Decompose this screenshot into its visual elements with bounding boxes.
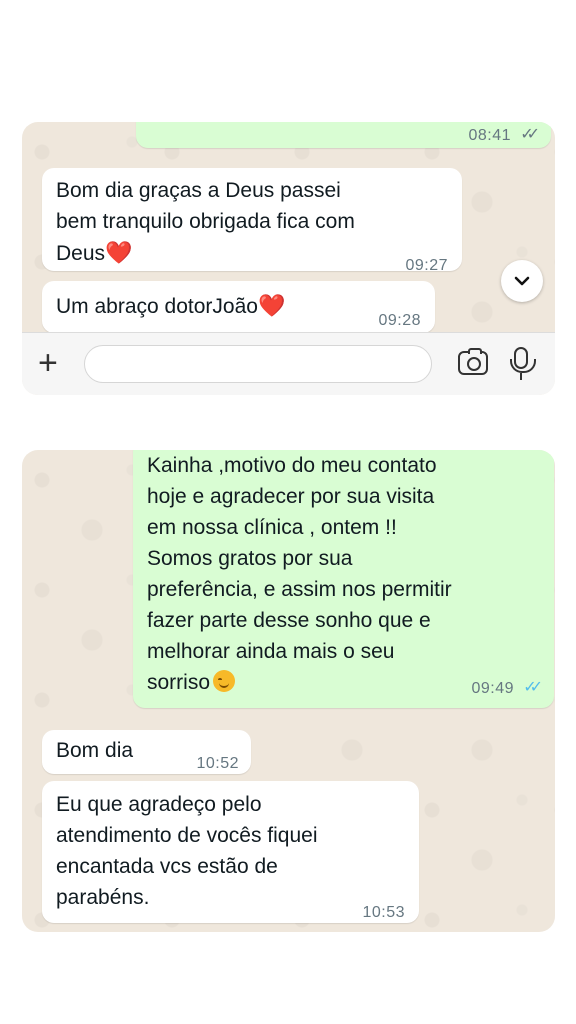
- chat-screenshot-top: 08:41 ✓✓ Bom dia graças a Deus passei be…: [22, 122, 555, 395]
- message-time: 10:52: [196, 755, 239, 772]
- heart-emoji-icon: ❤️: [257, 293, 286, 318]
- heart-emoji-icon: ❤️: [105, 240, 133, 265]
- chat-screenshot-bottom: Kainha ,motivo do meu contato hoje e agr…: [22, 450, 555, 932]
- scroll-to-bottom-button[interactable]: [501, 260, 543, 302]
- read-receipt-icon: ✓✓: [520, 126, 540, 143]
- incoming-message-bubble[interactable]: Um abraço dotorJoão❤️ 09:28: [42, 281, 435, 333]
- message-time: 09:27: [405, 257, 448, 274]
- outgoing-message-bubble[interactable]: Kainha ,motivo do meu contato hoje e agr…: [133, 450, 554, 708]
- message-time: 10:53: [362, 904, 405, 921]
- message-text: Bom dia graças a Deus passei bem tranqui…: [56, 179, 355, 265]
- incoming-message-bubble[interactable]: Eu que agradeço pelo atendimento de você…: [42, 781, 419, 923]
- message-text: Kainha ,motivo do meu contato hoje e agr…: [147, 454, 452, 694]
- chevron-down-icon: [514, 276, 530, 286]
- incoming-message-bubble[interactable]: Bom dia 10:52: [42, 730, 251, 774]
- smiling-face-emoji-icon: [213, 670, 236, 692]
- incoming-message-bubble[interactable]: Bom dia graças a Deus passei bem tranqui…: [42, 168, 462, 274]
- message-time: 09:49: [471, 680, 514, 697]
- read-receipt-icon: ✓✓: [523, 679, 543, 696]
- message-input[interactable]: [84, 345, 432, 383]
- message-time: 08:41: [468, 127, 511, 144]
- plus-icon[interactable]: +: [38, 346, 58, 380]
- message-text: Eu que agradeço pelo atendimento de você…: [56, 793, 318, 909]
- message-input-bar: +: [22, 332, 555, 395]
- camera-icon[interactable]: [458, 348, 488, 375]
- message-text: Bom dia: [56, 739, 134, 762]
- microphone-icon[interactable]: [510, 347, 536, 380]
- outgoing-message-bubble[interactable]: 08:41 ✓✓: [136, 122, 551, 148]
- message-text: Um abraço dotorJoão: [56, 295, 258, 318]
